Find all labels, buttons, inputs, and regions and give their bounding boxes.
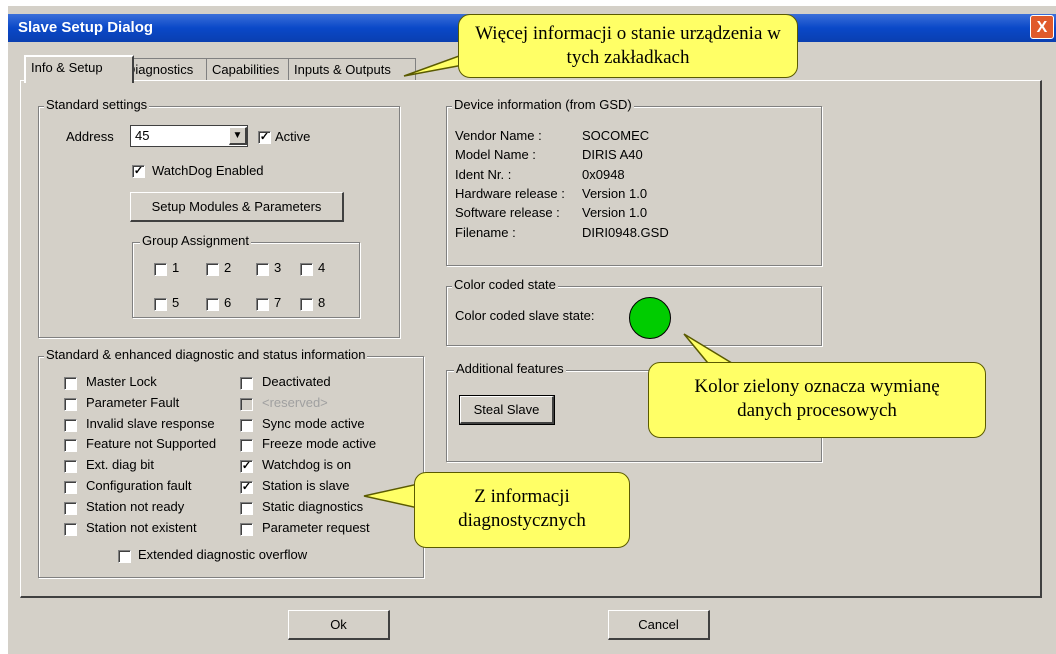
callout-pointers [363,51,743,509]
callout-tabs: Więcej informacji o stanie urządzenia w … [458,14,798,78]
diag-callout-pointer [363,483,419,509]
callout-diag: Z informacji diagnostycznych [414,472,630,548]
callout-green: Kolor zielony oznacza wymianę danych pro… [648,362,986,438]
